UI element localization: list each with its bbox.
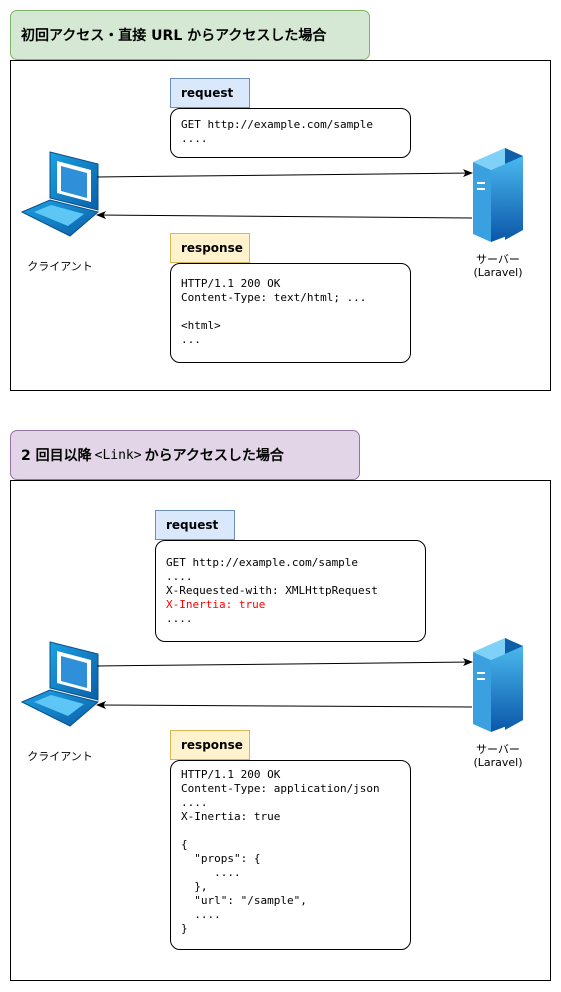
response-arrow xyxy=(96,211,473,220)
response-arrow xyxy=(96,701,473,710)
diagram-graphics xyxy=(20,148,523,732)
server-tower-icon xyxy=(473,638,523,732)
laptop-icon xyxy=(20,151,100,237)
server-tower-icon xyxy=(473,148,523,242)
request-arrow xyxy=(96,658,473,667)
laptop-icon xyxy=(20,641,100,727)
request-arrow xyxy=(96,169,473,178)
